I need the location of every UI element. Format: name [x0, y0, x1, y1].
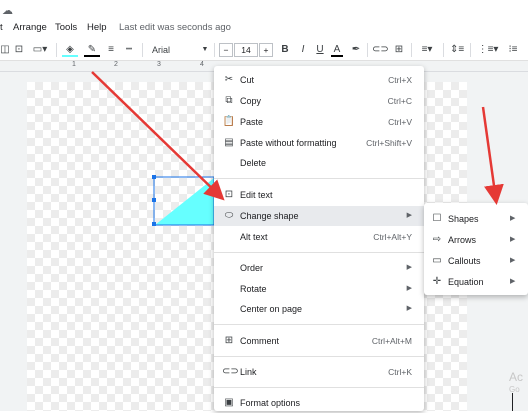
- menu-item-change-shape[interactable]: ⬭ Change shape ▶: [214, 206, 424, 226]
- menu-item-shortcut: Ctrl+Alt+Y: [373, 232, 412, 242]
- submenu-arrow-icon: ▶: [406, 285, 412, 292]
- edit-text-icon: ⊡: [224, 189, 234, 200]
- menu-item-label: Order: [240, 263, 264, 273]
- menu-item-rotate[interactable]: Rotate ▶: [214, 279, 424, 299]
- submenu-arrow-icon: ▶: [510, 215, 516, 222]
- menu-item-label: Rotate: [240, 284, 267, 294]
- submenu-arrow-icon: ▶: [406, 305, 412, 312]
- menu-item-shortcut: Ctrl+Alt+M: [371, 336, 412, 346]
- submenu-item-equation[interactable]: ✛ Equation ▶: [424, 272, 528, 292]
- plus-icon: ✛: [432, 276, 442, 287]
- text-cursor: [512, 393, 513, 411]
- menu-item-label: Center on page: [240, 304, 303, 314]
- menu-item-alt-text[interactable]: Alt text Ctrl+Alt+Y: [214, 227, 424, 247]
- menu-item-paste-without-formatting[interactable]: ▤ Paste without formatting Ctrl+Shift+V: [214, 133, 424, 153]
- square-icon: ☐: [432, 213, 442, 224]
- link-icon: ⊂⊃: [222, 366, 239, 377]
- submenu-item-shapes[interactable]: ☐ Shapes ▶: [424, 209, 528, 229]
- menu-item-label: Paste: [240, 117, 264, 127]
- callout-icon: ▭: [432, 255, 442, 266]
- menu-item-label: Change shape: [240, 211, 299, 221]
- comment-icon: ⊞: [224, 335, 234, 346]
- menu-divider: [214, 324, 424, 325]
- menu-item-label: Cut: [240, 75, 255, 85]
- change-shape-submenu: ☐ Shapes ▶ ⇨ Arrows ▶ ▭ Callouts ▶ ✛ Equ…: [424, 203, 528, 295]
- menu-divider: [214, 252, 424, 253]
- menu-item-link[interactable]: ⊂⊃ Link Ctrl+K: [214, 362, 424, 382]
- submenu-arrow-icon: ▶: [510, 278, 516, 285]
- menu-item-copy[interactable]: ⧉ Copy Ctrl+C: [214, 91, 424, 111]
- format-options-icon: ▣: [224, 397, 234, 408]
- menu-item-cut[interactable]: ✂ Cut Ctrl+X: [214, 70, 424, 90]
- selection-handle[interactable]: [152, 175, 156, 179]
- menu-divider: [214, 356, 424, 357]
- activate-watermark: Ac: [509, 370, 524, 384]
- copy-icon: ⧉: [225, 95, 233, 106]
- context-menu: ✂ Cut Ctrl+X ⧉ Copy Ctrl+C 📋 Paste Ctrl+…: [214, 66, 424, 411]
- menu-item-label: Format options: [240, 398, 301, 408]
- menu-item-label: Paste without formatting: [240, 138, 337, 148]
- submenu-item-arrows[interactable]: ⇨ Arrows ▶: [424, 230, 528, 250]
- selected-triangle-shape[interactable]: [155, 178, 214, 225]
- paste-plain-icon: ▤: [224, 137, 234, 148]
- menu-item-edit-text[interactable]: ⊡ Edit text: [214, 185, 424, 205]
- submenu-item-callouts[interactable]: ▭ Callouts ▶: [424, 251, 528, 271]
- submenu-item-label: Shapes: [448, 214, 479, 224]
- menu-item-delete[interactable]: Delete: [214, 153, 424, 173]
- menu-item-label: Copy: [240, 96, 262, 106]
- menu-item-comment[interactable]: ⊞ Comment Ctrl+Alt+M: [214, 331, 424, 351]
- menu-item-label: Delete: [240, 158, 267, 168]
- change-shape-icon: ⬭: [224, 210, 234, 221]
- submenu-arrow-icon: ▶: [510, 257, 516, 264]
- menu-divider: [214, 178, 424, 179]
- menu-item-paste[interactable]: 📋 Paste Ctrl+V: [214, 112, 424, 132]
- menu-item-shortcut: Ctrl+X: [388, 75, 412, 85]
- selection-handle[interactable]: [152, 222, 156, 226]
- cut-icon: ✂: [224, 74, 234, 85]
- menu-item-format-options[interactable]: ▣ Format options: [214, 393, 424, 413]
- submenu-item-label: Equation: [448, 277, 484, 287]
- menu-item-label: Comment: [240, 336, 280, 346]
- activate-watermark-sub: Go: [509, 385, 520, 394]
- submenu-item-label: Arrows: [448, 235, 477, 245]
- menu-item-label: Alt text: [240, 232, 268, 242]
- menu-item-label: Link: [240, 367, 257, 377]
- arrow-outline-icon: ⇨: [432, 234, 442, 245]
- submenu-arrow-icon: ▶: [406, 212, 412, 219]
- paste-icon: 📋: [222, 116, 236, 127]
- menu-item-shortcut: Ctrl+Shift+V: [366, 138, 412, 148]
- menu-item-label: Edit text: [240, 190, 273, 200]
- submenu-arrow-icon: ▶: [510, 236, 516, 243]
- menu-item-shortcut: Ctrl+K: [388, 367, 412, 377]
- menu-item-shortcut: Ctrl+C: [387, 96, 412, 106]
- submenu-arrow-icon: ▶: [406, 264, 412, 271]
- selection-handle[interactable]: [152, 198, 156, 202]
- menu-item-shortcut: Ctrl+V: [388, 117, 412, 127]
- menu-item-order[interactable]: Order ▶: [214, 258, 424, 278]
- submenu-item-label: Callouts: [448, 256, 481, 266]
- menu-divider: [214, 387, 424, 388]
- menu-item-center-on-page[interactable]: Center on page ▶: [214, 299, 424, 319]
